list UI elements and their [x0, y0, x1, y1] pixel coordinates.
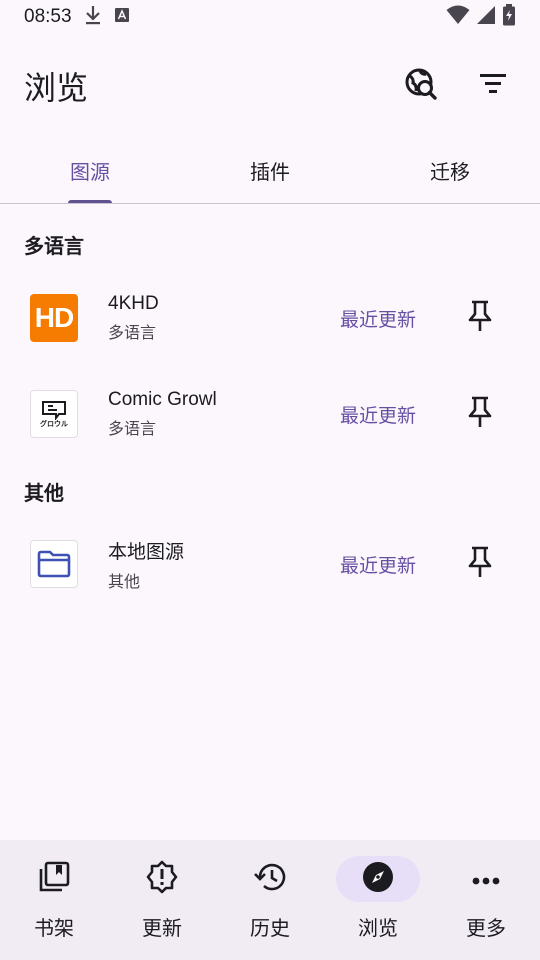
more-icon: [472, 870, 500, 889]
pin-button[interactable]: [458, 392, 502, 436]
nav-label: 更多: [466, 916, 506, 940]
latest-button[interactable]: 最近更新: [340, 305, 416, 332]
nav-item-updates[interactable]: 更新: [108, 840, 216, 960]
a-badge-icon: [114, 7, 130, 27]
nav-label: 浏览: [358, 916, 398, 940]
nav-active-pill: [336, 856, 420, 902]
source-language: 其他: [108, 571, 141, 591]
pin-button[interactable]: [458, 542, 502, 586]
nav-item-browse[interactable]: 浏览: [324, 840, 432, 960]
bottom-navigation: 书架 更新 历史 浏览 更多: [0, 840, 540, 960]
nav-label: 书架: [34, 916, 74, 940]
source-row-local[interactable]: 本地图源 其他 最近更新: [0, 519, 540, 609]
tab-extensions[interactable]: 插件: [180, 138, 360, 203]
comic-growl-logo: グロウル: [30, 390, 78, 438]
latest-button[interactable]: 最近更新: [340, 551, 416, 578]
source-name: 本地图源: [108, 541, 185, 563]
source-language: 多语言: [108, 323, 157, 342]
status-bar: 08:53: [0, 0, 540, 34]
source-name: Comic Growl: [108, 389, 217, 410]
tab-migrate[interactable]: 迁移: [360, 138, 540, 203]
pin-icon: [467, 546, 493, 582]
nav-item-library[interactable]: 书架: [0, 840, 108, 960]
speech-bubble-icon: [42, 400, 66, 420]
nav-item-history[interactable]: 历史: [216, 840, 324, 960]
pin-icon: [467, 300, 493, 336]
folder-icon: [37, 550, 71, 578]
source-row-comic-growl[interactable]: グロウル Comic Growl 多语言 最近更新: [0, 369, 540, 459]
wifi-icon: [446, 5, 470, 29]
section-header-other: 其他: [24, 481, 64, 505]
pin-icon: [467, 396, 493, 432]
tab-label: 插件: [250, 160, 290, 184]
tab-sources[interactable]: 图源: [0, 138, 180, 203]
global-search-icon: [404, 67, 438, 105]
hd-logo: HD: [30, 294, 78, 342]
page-title: 浏览: [24, 69, 89, 107]
nav-item-more[interactable]: 更多: [432, 840, 540, 960]
updates-icon: [145, 860, 179, 898]
filter-icon: [479, 73, 507, 99]
tab-label: 迁移: [430, 160, 470, 184]
source-name: 4KHD: [108, 293, 159, 314]
browse-compass-icon: [362, 861, 394, 897]
hd-logo-text: HD: [34, 302, 74, 333]
pin-button[interactable]: [458, 296, 502, 340]
app-bar: 浏览: [0, 50, 540, 122]
tab-label: 图源: [70, 160, 110, 184]
nav-label: 历史: [250, 916, 290, 940]
section-header-multilang: 多语言: [24, 234, 84, 258]
source-row-4khd[interactable]: HD 4KHD 多语言 最近更新: [0, 273, 540, 363]
latest-button[interactable]: 最近更新: [340, 401, 416, 428]
library-icon: [38, 861, 70, 897]
nav-label: 更新: [142, 916, 182, 940]
signal-icon: [476, 5, 496, 29]
history-icon: [253, 861, 287, 897]
folder-logo: [30, 540, 78, 588]
global-search-button[interactable]: [398, 63, 444, 109]
source-language: 多语言: [108, 419, 157, 438]
tab-indicator: [68, 200, 112, 203]
tab-bar: 图源 插件 迁移: [0, 138, 540, 204]
filter-button[interactable]: [470, 63, 516, 109]
comic-growl-logo-text: グロウル: [40, 419, 68, 428]
battery-icon: [502, 4, 516, 30]
status-time: 08:53: [24, 6, 72, 27]
download-icon: [84, 5, 102, 29]
